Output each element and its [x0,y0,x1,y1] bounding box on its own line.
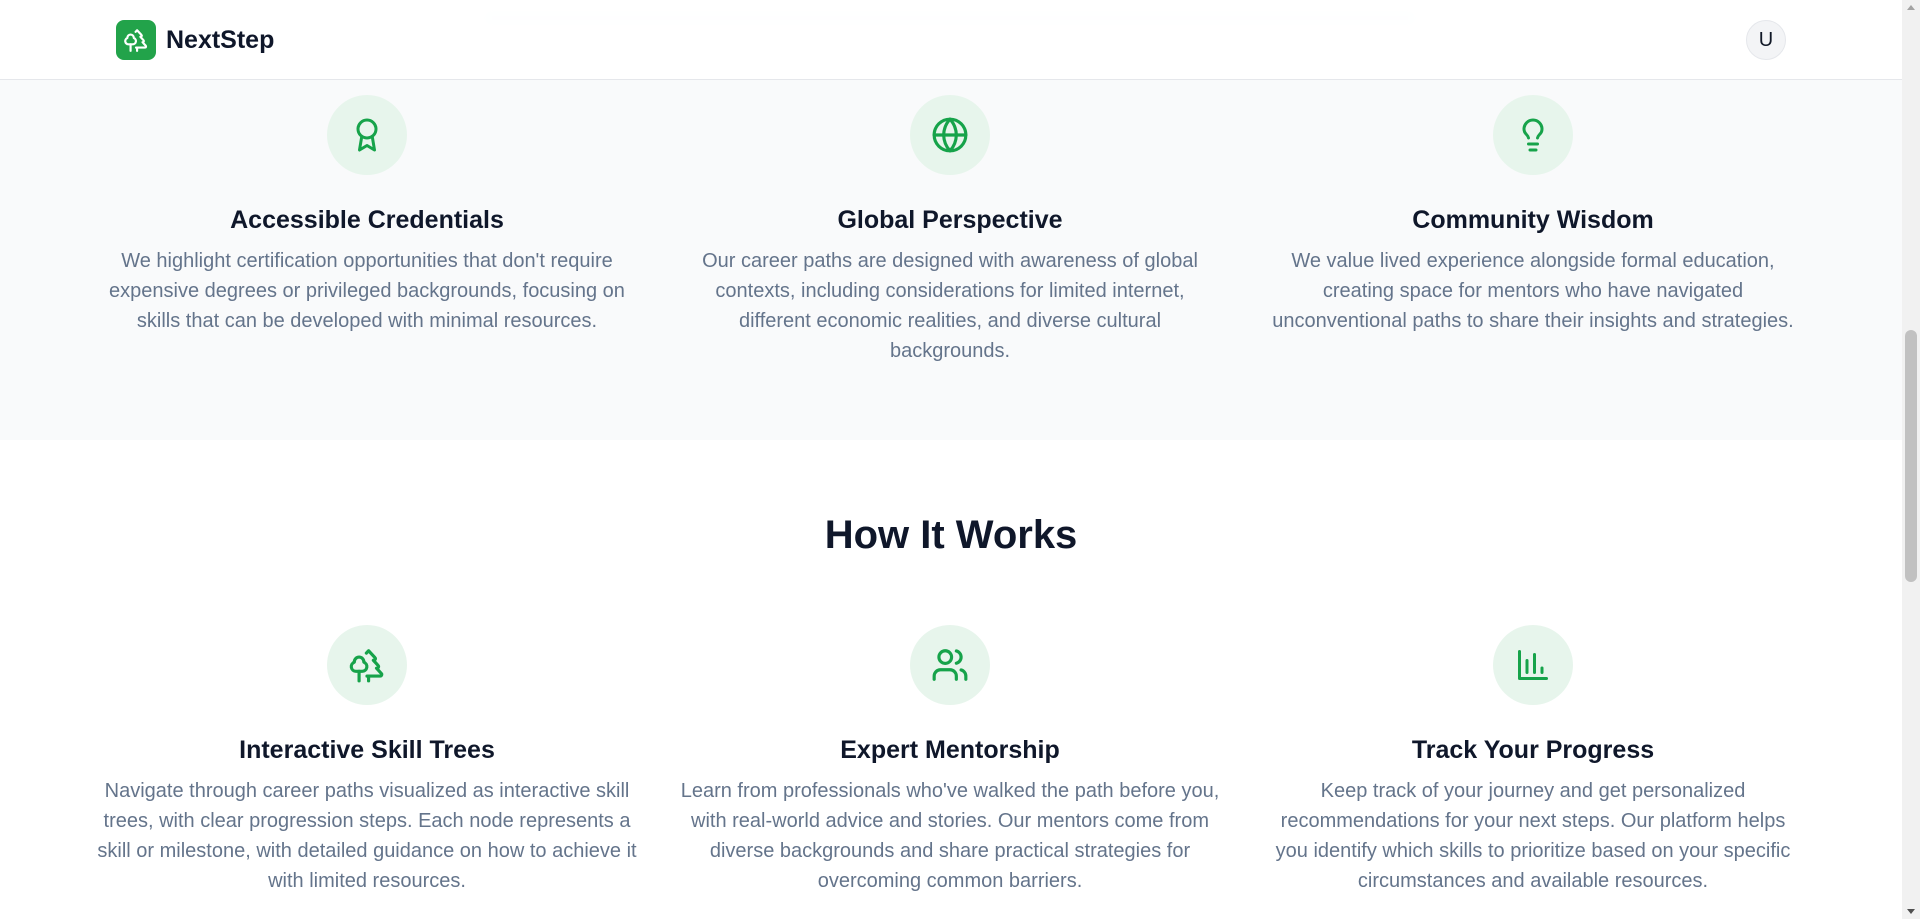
value-description: We value lived experience alongside form… [1272,250,1794,332]
trees-logo-icon [116,20,156,60]
users-icon [910,625,990,705]
bar-chart-icon [1493,625,1573,705]
award-icon [327,95,407,175]
page-scrollbar[interactable] [1902,0,1920,919]
value-description: Our career paths are designed with aware… [702,250,1198,362]
trees-icon [327,625,407,705]
scrollbar-thumb[interactable] [1905,330,1917,582]
user-avatar-button[interactable]: U [1746,20,1786,60]
feature-title: Track Your Progress [1411,736,1655,764]
top-navbar: NextStep U [0,0,1902,80]
value-description: We highlight certification opportunities… [109,250,625,332]
scroll-up-arrow-icon[interactable] [1907,5,1915,10]
value-card-accessible-credentials: Accessible Credentials We highlight cert… [87,95,647,336]
feature-card-expert-mentorship: Expert Mentorship Learn from professiona… [670,625,1230,896]
scroll-down-arrow-icon[interactable] [1907,909,1915,914]
feature-card-track-progress: Track Your Progress Keep track of your j… [1253,625,1813,896]
feature-title: Expert Mentorship [840,736,1060,764]
lightbulb-icon [1493,95,1573,175]
feature-title: Interactive Skill Trees [239,736,495,764]
brand-home-link[interactable]: NextStep [116,20,274,60]
feature-description: Learn from professionals who've walked t… [680,780,1220,892]
value-card-community-wisdom: Community Wisdom We value lived experien… [1253,95,1813,336]
value-title: Accessible Credentials [230,206,504,234]
globe-icon [910,95,990,175]
value-title: Community Wisdom [1412,206,1654,234]
page: Accessible Credentials We highlight cert… [0,0,1902,919]
value-card-global-perspective: Global Perspective Our career paths are … [670,95,1230,366]
value-title: Global Perspective [837,206,1063,234]
brand-name: NextStep [166,25,275,54]
feature-description: Keep track of your journey and get perso… [1275,780,1791,892]
feature-description: Navigate through career paths visualized… [97,780,637,892]
how-it-works-title: How It Works [824,513,1078,557]
feature-card-skill-trees: Interactive Skill Trees Navigate through… [87,625,647,896]
